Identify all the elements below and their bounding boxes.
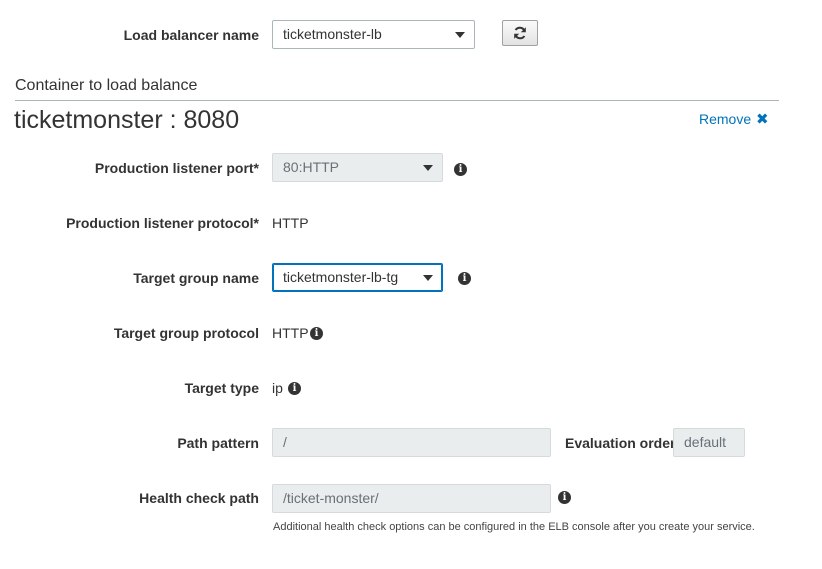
- evaluation-order-value: default: [684, 434, 727, 450]
- container-title: ticketmonster : 8080: [14, 106, 240, 134]
- refresh-button[interactable]: [502, 20, 538, 46]
- close-icon[interactable]: ✖: [756, 110, 769, 128]
- production-listener-port-value: 80:HTTP: [283, 159, 340, 175]
- info-icon[interactable]: i: [458, 272, 471, 285]
- section-divider: [15, 100, 779, 101]
- target-group-name-label: Target group name: [133, 270, 259, 286]
- info-icon[interactable]: i: [310, 327, 323, 340]
- remove-link[interactable]: Remove: [699, 111, 751, 127]
- refresh-icon: [514, 26, 526, 40]
- target-group-protocol-value: HTTP: [272, 325, 309, 341]
- target-group-name-value: ticketmonster-lb-tg: [283, 269, 399, 285]
- container-section-heading: Container to load balance: [15, 77, 198, 94]
- target-group-protocol-label: Target group protocol: [113, 325, 259, 341]
- production-listener-protocol-value: HTTP: [272, 215, 309, 231]
- path-pattern-value: /: [283, 434, 287, 450]
- path-pattern-label: Path pattern: [177, 435, 259, 451]
- evaluation-order-label: Evaluation order: [565, 435, 676, 451]
- production-listener-port-select[interactable]: 80:HTTP: [272, 153, 443, 182]
- load-balancer-name-select[interactable]: ticketmonster-lb: [272, 20, 475, 49]
- info-icon[interactable]: i: [288, 382, 301, 395]
- chevron-down-icon: [423, 165, 433, 171]
- health-check-path-value: /ticket-monster/: [283, 490, 379, 506]
- evaluation-order-input[interactable]: default: [673, 428, 745, 457]
- health-check-hint: Additional health check options can be c…: [273, 521, 755, 533]
- target-type-value: ip: [272, 380, 283, 396]
- target-group-name-select[interactable]: ticketmonster-lb-tg: [272, 263, 443, 292]
- load-balancer-name-value: ticketmonster-lb: [283, 26, 382, 42]
- info-icon[interactable]: i: [454, 163, 467, 176]
- health-check-path-label: Health check path: [139, 490, 259, 506]
- path-pattern-input[interactable]: /: [272, 428, 551, 457]
- load-balancer-name-label: Load balancer name: [123, 27, 259, 43]
- health-check-path-input[interactable]: /ticket-monster/: [272, 484, 551, 513]
- info-icon[interactable]: i: [558, 491, 571, 504]
- chevron-down-icon: [423, 275, 433, 281]
- production-listener-port-label: Production listener port*: [94, 160, 259, 176]
- production-listener-protocol-label: Production listener protocol*: [66, 215, 259, 231]
- chevron-down-icon: [455, 32, 465, 38]
- target-type-label: Target type: [184, 380, 259, 396]
